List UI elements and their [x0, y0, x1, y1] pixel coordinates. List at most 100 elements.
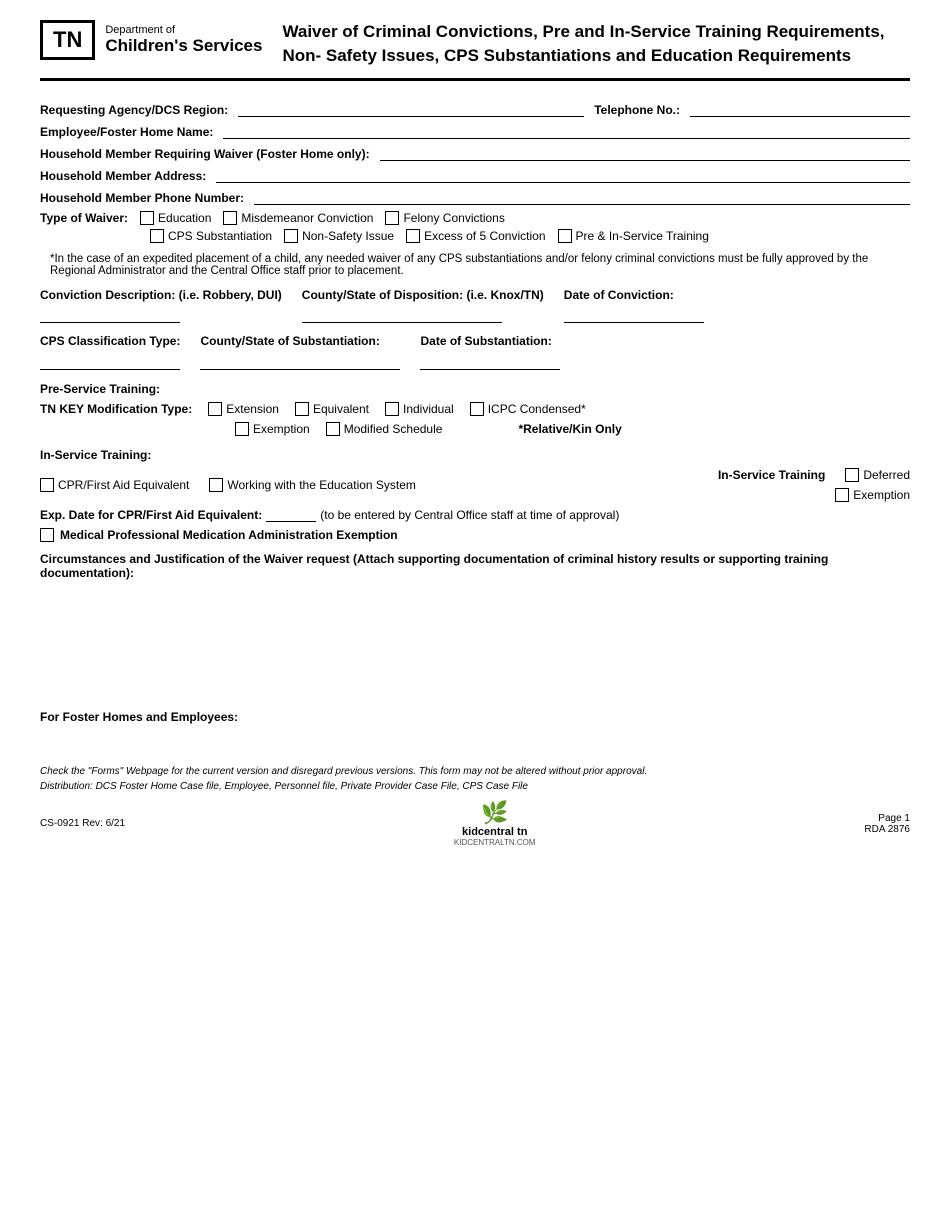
checkbox-equivalent[interactable]: Equivalent — [295, 402, 369, 416]
in-service-title: In-Service Training: — [40, 448, 910, 462]
non-safety-checkbox[interactable] — [284, 229, 298, 243]
conviction-row1: Conviction Description: (i.e. Robbery, D… — [40, 287, 910, 324]
cps-county-field[interactable] — [200, 354, 400, 370]
inservice-exemption-checkbox[interactable] — [835, 488, 849, 502]
footer-right: Page 1 RDA 2876 — [864, 813, 910, 835]
misdemeanor-label: Misdemeanor Conviction — [241, 211, 373, 225]
agency-row: Requesting Agency/DCS Region: Telephone … — [40, 101, 910, 117]
conviction-county-label: County/State of Disposition: (i.e. Knox/… — [302, 287, 544, 304]
kidcentral-logo: 🌿 kidcentral tn KIDCENTRALTN.COM — [454, 800, 536, 847]
relative-only-label: *Relative/Kin Only — [518, 422, 621, 436]
requesting-agency-field[interactable] — [238, 101, 584, 117]
working-edu-label: Working with the Education System — [227, 478, 416, 492]
household-member-field[interactable] — [380, 145, 910, 161]
extension-checkbox[interactable] — [208, 402, 222, 416]
dept-name-label: Children's Services — [105, 36, 262, 56]
cps-col3: Date of Substantiation: — [420, 333, 560, 370]
pre-inservice-checkbox[interactable] — [558, 229, 572, 243]
med-row: Medical Professional Medication Administ… — [40, 528, 910, 542]
checkbox-individual[interactable]: Individual — [385, 402, 454, 416]
excess5-label: Excess of 5 Conviction — [424, 229, 545, 243]
conviction-desc-field[interactable] — [40, 307, 180, 323]
household-member-label: Household Member Requiring Waiver (Foste… — [40, 147, 370, 161]
modified-schedule-checkbox[interactable] — [326, 422, 340, 436]
felony-label: Felony Convictions — [403, 211, 504, 225]
cps-checkbox[interactable] — [150, 229, 164, 243]
checkbox-modified-schedule[interactable]: Modified Schedule — [326, 422, 443, 436]
cps-class-label: CPS Classification Type: — [40, 333, 180, 350]
checkbox-felony[interactable]: Felony Convictions — [385, 211, 504, 225]
form-id: CS-0921 Rev: 6/21 — [40, 818, 125, 829]
individual-label: Individual — [403, 402, 454, 416]
exemption-checkbox[interactable] — [235, 422, 249, 436]
conv-col1: Conviction Description: (i.e. Robbery, D… — [40, 287, 282, 324]
checkbox-exemption[interactable]: Exemption — [235, 422, 310, 436]
checkbox-inservice-exemption[interactable]: Exemption — [835, 488, 910, 502]
kidcentral-icon: 🌿 — [481, 800, 508, 826]
household-phone-field[interactable] — [254, 189, 910, 205]
conv-col3: Date of Conviction: — [564, 287, 704, 324]
employee-field[interactable] — [223, 123, 910, 139]
exemption-label: Exemption — [253, 422, 310, 436]
excess5-checkbox[interactable] — [406, 229, 420, 243]
conv-col2: County/State of Disposition: (i.e. Knox/… — [302, 287, 544, 324]
individual-checkbox[interactable] — [385, 402, 399, 416]
dept-info: Department of Children's Services — [105, 24, 262, 56]
equivalent-checkbox[interactable] — [295, 402, 309, 416]
checkbox-icpc[interactable]: ICPC Condensed* — [470, 402, 586, 416]
expedited-note: *In the case of an expedited placement o… — [40, 253, 910, 277]
checkbox-misdemeanor[interactable]: Misdemeanor Conviction — [223, 211, 373, 225]
exp-date-label: Exp. Date for CPR/First Aid Equivalent: — [40, 508, 262, 522]
extension-label: Extension — [226, 402, 279, 416]
checkbox-deferred[interactable]: Deferred — [845, 468, 910, 482]
felony-checkbox[interactable] — [385, 211, 399, 225]
cps-date-field[interactable] — [420, 354, 560, 370]
in-service-row1: CPR/First Aid Equivalent Working with th… — [40, 468, 910, 502]
circumstances-section: Circumstances and Justification of the W… — [40, 552, 910, 690]
footer-bottom: CS-0921 Rev: 6/21 🌿 kidcentral tn KIDCEN… — [40, 800, 910, 847]
exp-date-note: (to be entered by Central Office staff a… — [320, 508, 619, 522]
in-service-section: In-Service Training: CPR/First Aid Equiv… — [40, 448, 910, 542]
form-fields: Requesting Agency/DCS Region: Telephone … — [40, 101, 910, 243]
deferred-checkbox[interactable] — [845, 468, 859, 482]
foster-section: For Foster Homes and Employees: — [40, 710, 910, 724]
cps-class-field[interactable] — [40, 354, 180, 370]
footer-note: Check the "Forms" Webpage for the curren… — [40, 764, 910, 794]
education-checkbox[interactable] — [140, 211, 154, 225]
icpc-label: ICPC Condensed* — [488, 402, 586, 416]
inservice-exemption-label: Exemption — [853, 488, 910, 502]
telephone-label: Telephone No.: — [594, 103, 680, 117]
deferred-label: Deferred — [863, 468, 910, 482]
checkbox-cpr[interactable]: CPR/First Aid Equivalent — [40, 478, 189, 492]
misdemeanor-checkbox[interactable] — [223, 211, 237, 225]
checkbox-non-safety[interactable]: Non-Safety Issue — [284, 229, 394, 243]
med-checkbox[interactable] — [40, 528, 54, 542]
conviction-county-field[interactable] — [302, 307, 502, 323]
working-edu-checkbox[interactable] — [209, 478, 223, 492]
kidcentral-brand: kidcentral tn — [462, 826, 527, 838]
icpc-checkbox[interactable] — [470, 402, 484, 416]
telephone-field[interactable] — [690, 101, 910, 117]
cps-col1: CPS Classification Type: — [40, 333, 180, 370]
conviction-date-field[interactable] — [564, 307, 704, 323]
modified-schedule-label: Modified Schedule — [344, 422, 443, 436]
cpr-checkbox[interactable] — [40, 478, 54, 492]
cps-col2: County/State of Substantiation: — [200, 333, 400, 370]
household-address-field[interactable] — [216, 167, 910, 183]
conviction-date-label: Date of Conviction: — [564, 287, 704, 304]
checkbox-working-edu[interactable]: Working with the Education System — [209, 478, 416, 492]
equivalent-label: Equivalent — [313, 402, 369, 416]
type-waiver-label: Type of Waiver: — [40, 211, 128, 225]
footer-note-line1: Check the "Forms" Webpage for the curren… — [40, 766, 647, 777]
tnkey-row2: Exemption Modified Schedule *Relative/Ki… — [40, 422, 910, 436]
med-label: Medical Professional Medication Administ… — [60, 528, 398, 542]
type-waiver-row1: Type of Waiver: Education Misdemeanor Co… — [40, 211, 910, 225]
checkbox-pre-inservice[interactable]: Pre & In-Service Training — [558, 229, 709, 243]
non-safety-label: Non-Safety Issue — [302, 229, 394, 243]
checkbox-extension[interactable]: Extension — [208, 402, 279, 416]
pre-service-title: Pre-Service Training: — [40, 382, 910, 396]
exp-date-field[interactable] — [266, 508, 316, 522]
checkbox-excess5[interactable]: Excess of 5 Conviction — [406, 229, 545, 243]
checkbox-education[interactable]: Education — [140, 211, 211, 225]
checkbox-cps[interactable]: CPS Substantiation — [150, 229, 272, 243]
